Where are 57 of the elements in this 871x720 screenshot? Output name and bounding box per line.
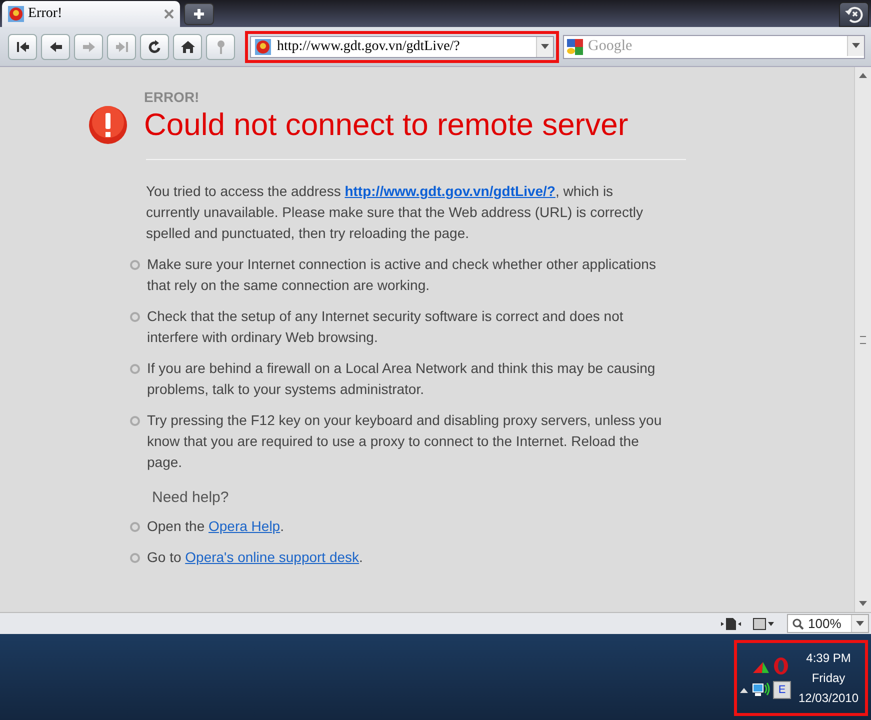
- emblem-icon: [8, 6, 24, 22]
- search-field[interactable]: Google: [563, 34, 865, 58]
- tip-text: Make sure your Internet connection is active and check whether other applications that rely on the same connection are working.: [147, 255, 657, 295]
- home-icon: [180, 38, 196, 54]
- zoom-field[interactable]: 100%: [787, 614, 869, 633]
- rewind-button[interactable]: [8, 34, 37, 60]
- help-link[interactable]: Opera Help: [208, 518, 280, 534]
- clock-day[interactable]: Friday: [812, 671, 846, 685]
- bullet-icon: [130, 364, 140, 374]
- dropdown-icon[interactable]: [536, 36, 553, 56]
- image-icon[interactable]: [753, 618, 775, 630]
- plus-icon: [193, 8, 205, 20]
- bullet-icon: [130, 312, 140, 322]
- help-text: Open the Opera Help.: [147, 517, 284, 536]
- opera-icon[interactable]: [773, 657, 789, 675]
- scrollbar[interactable]: [854, 67, 871, 612]
- clock-time[interactable]: 4:39 PM: [806, 651, 851, 665]
- bullet-icon: [130, 260, 140, 270]
- magnifier-icon: [792, 618, 804, 630]
- new-tab-button[interactable]: [184, 3, 214, 25]
- back-button[interactable]: [41, 34, 70, 60]
- scroll-thumb[interactable]: [860, 336, 866, 344]
- error-message: You tried to access the address http://www.gdt.gov.vn/gdtLive/?, which is currently unavailable. Please make sure that the Web address (URL) is correctly spelled and punctuated, then try reloading the page.: [146, 182, 644, 243]
- url-text: http://www.gdt.gov.vn/gdtLive/?: [277, 38, 461, 54]
- scroll-up-icon[interactable]: [859, 73, 867, 78]
- bullet-icon: [130, 416, 140, 426]
- error-title: Could not connect to remote server: [144, 107, 628, 143]
- clock-date[interactable]: 12/03/2010: [798, 691, 859, 705]
- help-link[interactable]: Opera's online support desk: [185, 549, 360, 565]
- reload-icon: [146, 38, 162, 54]
- scroll-down-icon[interactable]: [859, 601, 867, 606]
- close-icon[interactable]: [164, 9, 174, 19]
- error-label: ERROR!: [144, 89, 200, 105]
- page-icon[interactable]: [721, 616, 741, 630]
- tip-text: Try pressing the F12 key on your keyboard and disabling proxy servers, unless you know that you are required to use a proxy to connect to the Internet. Reload the page.: [147, 411, 663, 472]
- tip-text: Check that the setup of any Internet security software is correct and does not interfere with ordinary Web browsing.: [147, 307, 624, 347]
- address-field[interactable]: http://www.gdt.gov.vn/gdtLive/?: [250, 36, 554, 58]
- bullet-icon: [130, 553, 140, 563]
- reload-button[interactable]: [140, 34, 169, 60]
- undo-close-icon: [844, 4, 864, 24]
- bullet-icon: [130, 522, 140, 532]
- exclamation-icon: [88, 105, 128, 145]
- browser-tab[interactable]: Error!: [2, 1, 180, 27]
- dropdown-icon[interactable]: [847, 36, 864, 56]
- search-engine-icon: [567, 38, 583, 54]
- dropdown-icon[interactable]: [851, 615, 868, 632]
- input-language-icon[interactable]: E: [773, 681, 791, 699]
- help-heading: Need help?: [152, 489, 230, 506]
- url-link[interactable]: http://www.gdt.gov.vn/gdtLive/?: [344, 183, 556, 199]
- emblem-icon: [255, 38, 271, 54]
- closed-tabs-button[interactable]: [839, 2, 869, 27]
- tip-text: If you are behind a firewall on a Local Area Network and think this may be causing problems, talk to your systems administrator.: [147, 359, 656, 399]
- network-icon[interactable]: [752, 682, 770, 698]
- show-hidden-icons[interactable]: [740, 688, 748, 692]
- home-button[interactable]: [173, 34, 202, 60]
- help-text: Go to Opera's online support desk.: [147, 548, 363, 567]
- tab-title: Error!: [28, 6, 64, 22]
